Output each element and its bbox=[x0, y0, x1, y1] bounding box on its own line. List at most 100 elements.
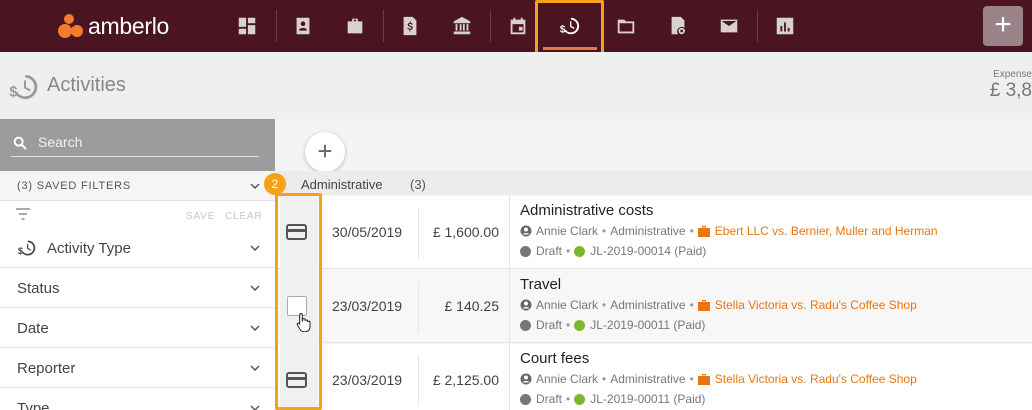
row-matter-link[interactable]: Ebert LLC vs. Bernier, Muller and Herman bbox=[715, 224, 938, 238]
filter-label: Activity Type bbox=[47, 240, 131, 257]
contacts-icon[interactable] bbox=[288, 11, 318, 41]
row-category: Administrative bbox=[610, 298, 686, 312]
row-title[interactable]: Travel bbox=[520, 276, 561, 293]
search-box bbox=[0, 119, 275, 171]
row-meta: Annie Clark • Administrative • Stella Vi… bbox=[520, 298, 917, 312]
draft-status-dot bbox=[520, 393, 531, 405]
row-meta: Annie Clark • Administrative • Stella Vi… bbox=[520, 372, 917, 386]
add-activity-button[interactable]: + bbox=[305, 132, 345, 172]
svg-text:$: $ bbox=[9, 84, 17, 100]
chevron-down-icon bbox=[250, 183, 260, 190]
filter-label: Type bbox=[17, 400, 50, 410]
chevron-down-icon bbox=[250, 405, 260, 410]
draft-status-dot bbox=[520, 245, 531, 257]
dashboard-icon[interactable] bbox=[232, 11, 262, 41]
amberlo-logo[interactable]: amberlo bbox=[58, 11, 169, 41]
row-category: Administrative bbox=[610, 372, 686, 386]
step-badge-2: 2 bbox=[264, 173, 286, 195]
chevron-down-icon bbox=[250, 285, 260, 292]
row-amount: £ 2,125.00 bbox=[432, 372, 499, 388]
search-input[interactable] bbox=[38, 131, 258, 153]
reports-icon[interactable] bbox=[770, 11, 800, 41]
calendar-icon[interactable] bbox=[503, 11, 533, 41]
folder-icon[interactable] bbox=[611, 11, 641, 41]
top-navigation-bar: amberlo $ + bbox=[0, 0, 1032, 52]
search-icon bbox=[13, 136, 27, 150]
filter-label: Status bbox=[17, 280, 60, 297]
invoice-icon[interactable] bbox=[395, 11, 425, 41]
saved-filters-dropdown[interactable]: (3) SAVED FILTERS bbox=[0, 171, 275, 201]
row-category: Administrative bbox=[610, 224, 686, 238]
row-status: Draft • JL-2019-00011 (Paid) bbox=[520, 318, 705, 332]
page-header: $ Activities Expense £ 3,8 bbox=[0, 52, 1032, 119]
table-row[interactable]: 30/05/2019 £ 1,600.00 Administrative cos… bbox=[275, 196, 1032, 269]
clear-filter-button[interactable]: CLEAR bbox=[225, 211, 262, 222]
user-icon bbox=[520, 373, 532, 385]
user-icon bbox=[520, 225, 532, 237]
add-new-button[interactable]: + bbox=[983, 6, 1023, 46]
paid-status-dot bbox=[574, 393, 586, 405]
expense-value: £ 3,8 bbox=[989, 80, 1032, 101]
filter-type[interactable]: Type bbox=[0, 388, 275, 410]
group-count: (3) bbox=[410, 177, 426, 192]
page-title: Activities bbox=[47, 74, 126, 96]
row-date: 23/03/2019 bbox=[332, 298, 403, 314]
draft-status-dot bbox=[520, 319, 531, 331]
paid-status-dot bbox=[574, 245, 586, 257]
logo-mark-icon bbox=[58, 12, 86, 40]
saved-filters-label: (3) SAVED FILTERS bbox=[17, 180, 132, 192]
filter-status[interactable]: Status bbox=[0, 268, 275, 308]
group-title: Administrative bbox=[301, 177, 383, 192]
chevron-down-icon bbox=[250, 245, 260, 252]
filter-reporter[interactable]: Reporter bbox=[0, 348, 275, 388]
mail-icon[interactable] bbox=[714, 11, 744, 41]
filter-label: Reporter bbox=[17, 360, 76, 377]
highlight-box-2 bbox=[275, 193, 322, 410]
row-status: Draft • JL-2019-00014 (Paid) bbox=[520, 244, 706, 258]
paid-status-dot bbox=[574, 319, 586, 331]
row-status-label: Draft bbox=[536, 244, 563, 258]
row-invoice: JL-2019-00011 (Paid) bbox=[590, 318, 706, 332]
row-user: Annie Clark bbox=[536, 372, 599, 386]
activities-icon: $ bbox=[18, 240, 36, 256]
filter-date[interactable]: Date bbox=[0, 308, 275, 348]
briefcase-icon bbox=[697, 299, 710, 311]
row-invoice: JL-2019-00011 (Paid) bbox=[590, 392, 706, 406]
table-row[interactable]: 23/03/2019 £ 140.25 Travel Annie Clark •… bbox=[275, 270, 1032, 343]
filter-activity-type[interactable]: $ Activity Type bbox=[0, 228, 275, 268]
row-user: Annie Clark bbox=[536, 298, 599, 312]
row-title[interactable]: Court fees bbox=[520, 350, 589, 367]
activities-icon: $ bbox=[9, 75, 38, 100]
filter-label: Date bbox=[17, 320, 49, 337]
briefcase-icon bbox=[697, 373, 710, 385]
row-status: Draft • JL-2019-00011 (Paid) bbox=[520, 392, 705, 406]
row-date: 23/03/2019 bbox=[332, 372, 403, 388]
filter-actions-bar: SAVE CLEAR bbox=[0, 203, 275, 227]
row-invoice: JL-2019-00014 (Paid) bbox=[590, 244, 707, 258]
filter-icon[interactable] bbox=[16, 208, 30, 220]
table-row[interactable]: 23/03/2019 £ 2,125.00 Court fees Annie C… bbox=[275, 344, 1032, 410]
briefcase-icon bbox=[697, 225, 710, 237]
document-search-icon[interactable] bbox=[663, 11, 693, 41]
row-matter-link[interactable]: Stella Victoria vs. Radu's Coffee Shop bbox=[715, 298, 917, 312]
row-status-label: Draft bbox=[536, 392, 563, 406]
row-user: Annie Clark bbox=[536, 224, 599, 238]
save-filter-button[interactable]: SAVE bbox=[186, 211, 215, 222]
row-amount: £ 140.25 bbox=[444, 298, 500, 314]
chevron-down-icon bbox=[250, 325, 260, 332]
row-title[interactable]: Administrative costs bbox=[520, 202, 653, 219]
chevron-down-icon bbox=[250, 365, 260, 372]
logo-text: amberlo bbox=[88, 12, 169, 39]
bank-icon[interactable] bbox=[447, 11, 477, 41]
activities-list: + Administrative (3) 30/05/2019 £ 1,600.… bbox=[275, 119, 1032, 410]
filter-sidebar: (3) SAVED FILTERS SAVE CLEAR $ Activity … bbox=[0, 119, 275, 410]
highlight-box-1 bbox=[535, 0, 604, 60]
row-date: 30/05/2019 bbox=[332, 224, 403, 240]
row-amount: £ 1,600.00 bbox=[432, 224, 499, 240]
svg-text:$: $ bbox=[18, 246, 23, 256]
row-matter-link[interactable]: Stella Victoria vs. Radu's Coffee Shop bbox=[715, 372, 917, 386]
group-header[interactable]: Administrative (3) bbox=[275, 171, 1032, 195]
briefcase-icon[interactable] bbox=[340, 11, 370, 41]
row-meta: Annie Clark • Administrative • Ebert LLC… bbox=[520, 224, 938, 238]
row-status-label: Draft bbox=[536, 318, 563, 332]
